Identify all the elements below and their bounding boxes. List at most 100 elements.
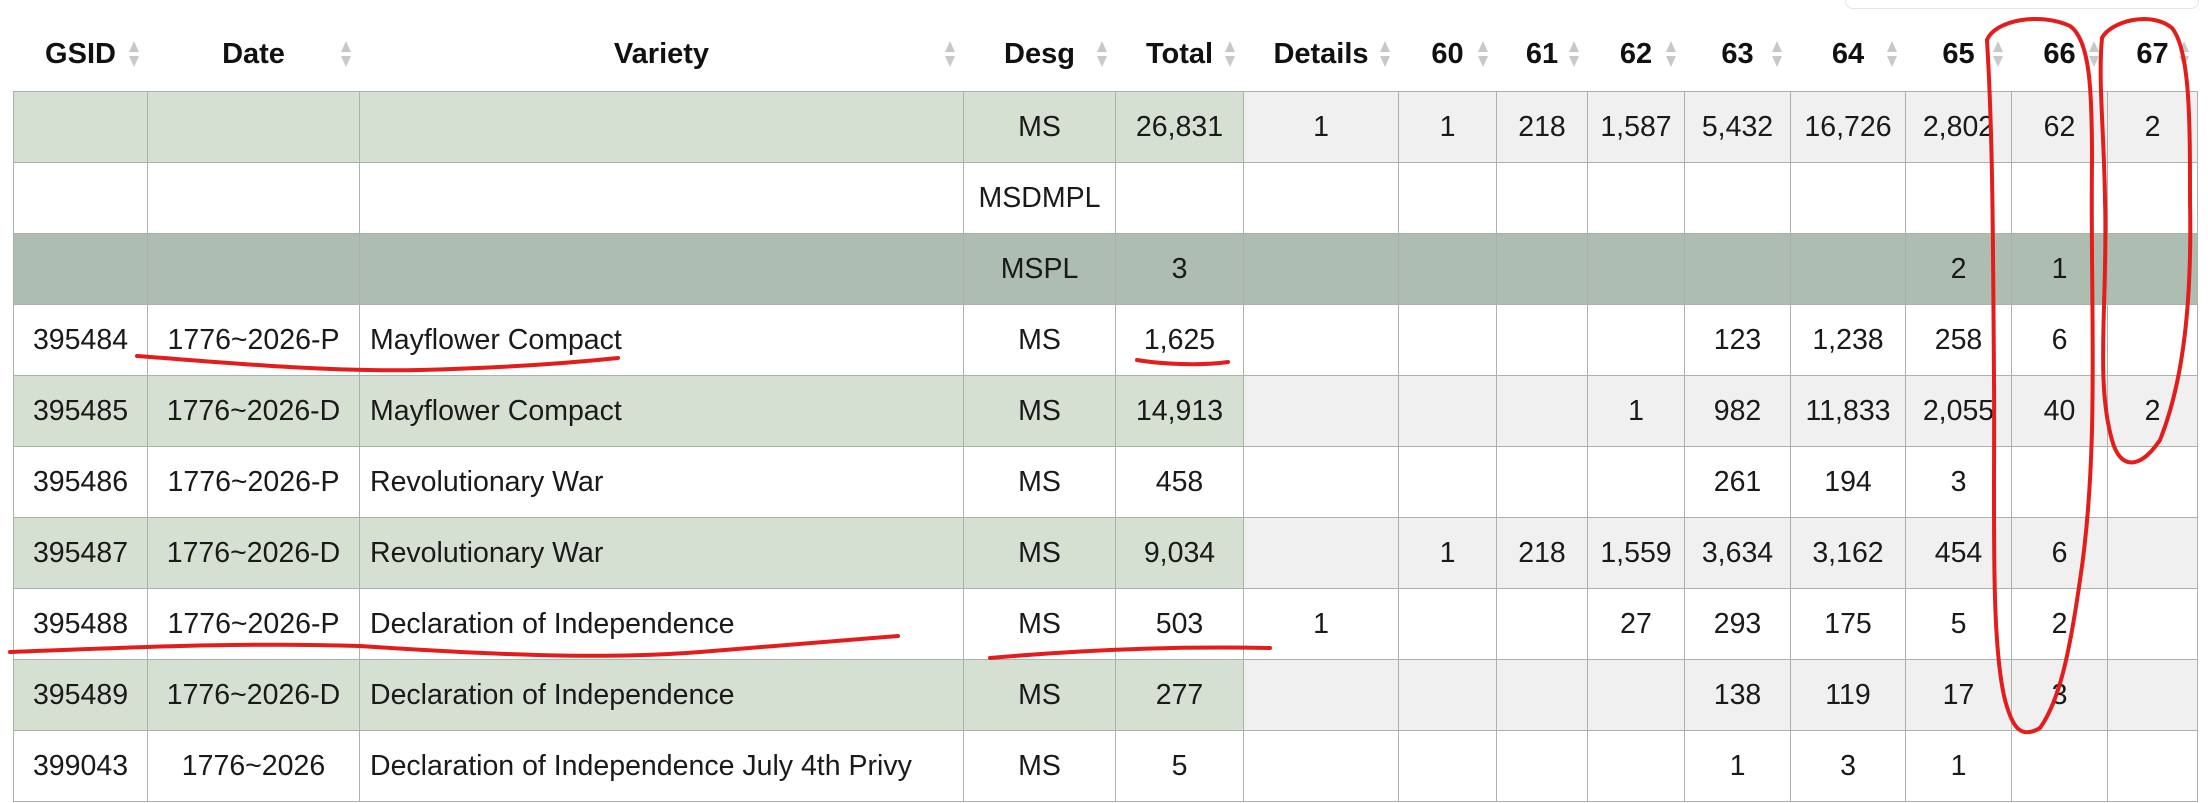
table-row[interactable]: 395485 1776~2026-D Mayflower Compact MS 14,9… bbox=[13, 375, 2198, 447]
sort-arrows-icon[interactable] bbox=[1379, 39, 1391, 69]
sort-arrows-icon[interactable] bbox=[1771, 39, 1783, 69]
cell-gsid[interactable]: 395489 bbox=[13, 659, 148, 731]
cell-variety[interactable]: Mayflower Compact bbox=[359, 375, 964, 447]
column-header-64[interactable]: 64 bbox=[1791, 17, 1906, 92]
sort-arrows-icon[interactable] bbox=[1886, 39, 1898, 69]
table-row[interactable]: 395489 1776~2026-D Declaration of Independ… bbox=[13, 659, 2198, 731]
cell-65[interactable]: 5 bbox=[1905, 588, 2012, 660]
cell-details[interactable]: 1 bbox=[1243, 588, 1399, 660]
column-header-details[interactable]: Details bbox=[1244, 17, 1399, 92]
table-row[interactable]: MSPL 3 2 1 bbox=[13, 233, 2198, 305]
cell-variety[interactable]: Declaration of Independence July 4th Pri… bbox=[359, 730, 964, 802]
cell-variety[interactable]: Revolutionary War bbox=[359, 517, 964, 589]
sort-arrows-icon[interactable] bbox=[128, 39, 140, 69]
sort-arrows-icon[interactable] bbox=[340, 39, 352, 69]
cell-65[interactable]: 1 bbox=[1905, 730, 2012, 802]
cell-63[interactable]: 5,432 bbox=[1684, 91, 1791, 163]
column-header-desg[interactable]: Desg bbox=[964, 17, 1116, 92]
cell-65[interactable]: 2,055 bbox=[1905, 375, 2012, 447]
cell-total[interactable]: 5 bbox=[1115, 730, 1244, 802]
cell-gsid[interactable]: 395486 bbox=[13, 446, 148, 518]
column-header-60[interactable]: 60 bbox=[1399, 17, 1497, 92]
table-row[interactable]: MS 26,831 1 1 218 1,587 5,432 16,726 2,802 62 2 bbox=[13, 91, 2198, 163]
sort-arrows-icon[interactable] bbox=[1665, 39, 1677, 69]
cell-62[interactable]: 1,559 bbox=[1587, 517, 1685, 589]
cell-62[interactable]: 1 bbox=[1587, 375, 1685, 447]
cell-64[interactable]: 119 bbox=[1790, 659, 1906, 731]
cell-66[interactable]: 62 bbox=[2011, 91, 2108, 163]
table-row[interactable]: 395488 1776~2026-P Declaration of Independ… bbox=[13, 588, 2198, 660]
table-row[interactable]: 395487 1776~2026-D Revolutionary War MS 9,03… bbox=[13, 517, 2198, 589]
cell-63[interactable]: 123 bbox=[1684, 304, 1791, 376]
cell-65[interactable]: 17 bbox=[1905, 659, 2012, 731]
cell-61[interactable]: 218 bbox=[1496, 517, 1588, 589]
cell-total[interactable]: 458 bbox=[1115, 446, 1244, 518]
cell-63[interactable]: 3,634 bbox=[1684, 517, 1791, 589]
cell-62[interactable]: 27 bbox=[1587, 588, 1685, 660]
cell-67[interactable]: 2 bbox=[2107, 91, 2198, 163]
cell-65[interactable]: 2,802 bbox=[1905, 91, 2012, 163]
cell-65[interactable]: 3 bbox=[1905, 446, 2012, 518]
cell-gsid[interactable]: 399043 bbox=[13, 730, 148, 802]
sort-arrows-icon[interactable] bbox=[1992, 39, 2004, 69]
cell-total[interactable]: 3 bbox=[1115, 233, 1244, 305]
cell-details[interactable]: 1 bbox=[1243, 91, 1399, 163]
cell-63[interactable]: 293 bbox=[1684, 588, 1791, 660]
column-header-61[interactable]: 61 bbox=[1497, 17, 1588, 92]
sort-arrows-icon[interactable] bbox=[1477, 39, 1489, 69]
cell-total[interactable]: 503 bbox=[1115, 588, 1244, 660]
cell-variety[interactable]: Declaration of Independence bbox=[359, 659, 964, 731]
cell-66[interactable]: 40 bbox=[2011, 375, 2108, 447]
cell-62[interactable]: 1,587 bbox=[1587, 91, 1685, 163]
cell-64[interactable]: 11,833 bbox=[1790, 375, 1906, 447]
column-header-total[interactable]: Total bbox=[1116, 17, 1244, 92]
sort-arrows-icon[interactable] bbox=[2088, 39, 2100, 69]
cell-64[interactable]: 3,162 bbox=[1790, 517, 1906, 589]
cell-gsid[interactable]: 395484 bbox=[13, 304, 148, 376]
cell-60[interactable]: 1 bbox=[1398, 517, 1497, 589]
sort-arrows-icon[interactable] bbox=[2178, 39, 2190, 69]
cell-gsid[interactable]: 395487 bbox=[13, 517, 148, 589]
cell-64[interactable]: 3 bbox=[1790, 730, 1906, 802]
cell-61[interactable]: 218 bbox=[1496, 91, 1588, 163]
cell-66[interactable]: 6 bbox=[2011, 517, 2108, 589]
cell-66[interactable]: 3 bbox=[2011, 659, 2108, 731]
cell-60[interactable]: 1 bbox=[1398, 91, 1497, 163]
column-header-63[interactable]: 63 bbox=[1685, 17, 1791, 92]
cell-65[interactable]: 2 bbox=[1905, 233, 2012, 305]
column-header-variety[interactable]: Variety bbox=[360, 17, 964, 92]
cell-66[interactable]: 1 bbox=[2011, 233, 2108, 305]
cell-total[interactable]: 9,034 bbox=[1115, 517, 1244, 589]
cell-total[interactable]: 277 bbox=[1115, 659, 1244, 731]
cell-67[interactable]: 2 bbox=[2107, 375, 2198, 447]
cell-63[interactable]: 1 bbox=[1684, 730, 1791, 802]
cell-variety[interactable]: Declaration of Independence bbox=[359, 588, 964, 660]
cell-gsid[interactable]: 395488 bbox=[13, 588, 148, 660]
table-row[interactable]: MSDMPL bbox=[13, 162, 2198, 234]
sort-arrows-icon[interactable] bbox=[944, 39, 956, 69]
table-row[interactable]: 395484 1776~2026-P Mayflower Compact MS 1,62… bbox=[13, 304, 2198, 376]
cell-variety[interactable]: Revolutionary War bbox=[359, 446, 964, 518]
cell-63[interactable]: 138 bbox=[1684, 659, 1791, 731]
cell-65[interactable]: 258 bbox=[1905, 304, 2012, 376]
cell-total[interactable]: 14,913 bbox=[1115, 375, 1244, 447]
column-header-date[interactable]: Date bbox=[148, 17, 360, 92]
cell-64[interactable]: 1,238 bbox=[1790, 304, 1906, 376]
cell-64[interactable]: 175 bbox=[1790, 588, 1906, 660]
column-header-gsid[interactable]: GSID bbox=[14, 17, 148, 92]
cell-66[interactable]: 2 bbox=[2011, 588, 2108, 660]
cell-66[interactable]: 6 bbox=[2011, 304, 2108, 376]
sort-arrows-icon[interactable] bbox=[1568, 39, 1580, 69]
cell-64[interactable]: 16,726 bbox=[1790, 91, 1906, 163]
sort-arrows-icon[interactable] bbox=[1224, 39, 1236, 69]
table-row[interactable]: 399043 1776~2026 Declaration of Independen… bbox=[13, 730, 2198, 802]
column-header-65[interactable]: 65 bbox=[1906, 17, 2012, 92]
sort-arrows-icon[interactable] bbox=[1096, 39, 1108, 69]
cell-variety[interactable]: Mayflower Compact bbox=[359, 304, 964, 376]
column-header-67[interactable]: 67 bbox=[2108, 17, 2198, 92]
column-header-66[interactable]: 66 bbox=[2012, 17, 2108, 92]
cell-gsid[interactable]: 395485 bbox=[13, 375, 148, 447]
cell-64[interactable]: 194 bbox=[1790, 446, 1906, 518]
cell-63[interactable]: 982 bbox=[1684, 375, 1791, 447]
cell-63[interactable]: 261 bbox=[1684, 446, 1791, 518]
